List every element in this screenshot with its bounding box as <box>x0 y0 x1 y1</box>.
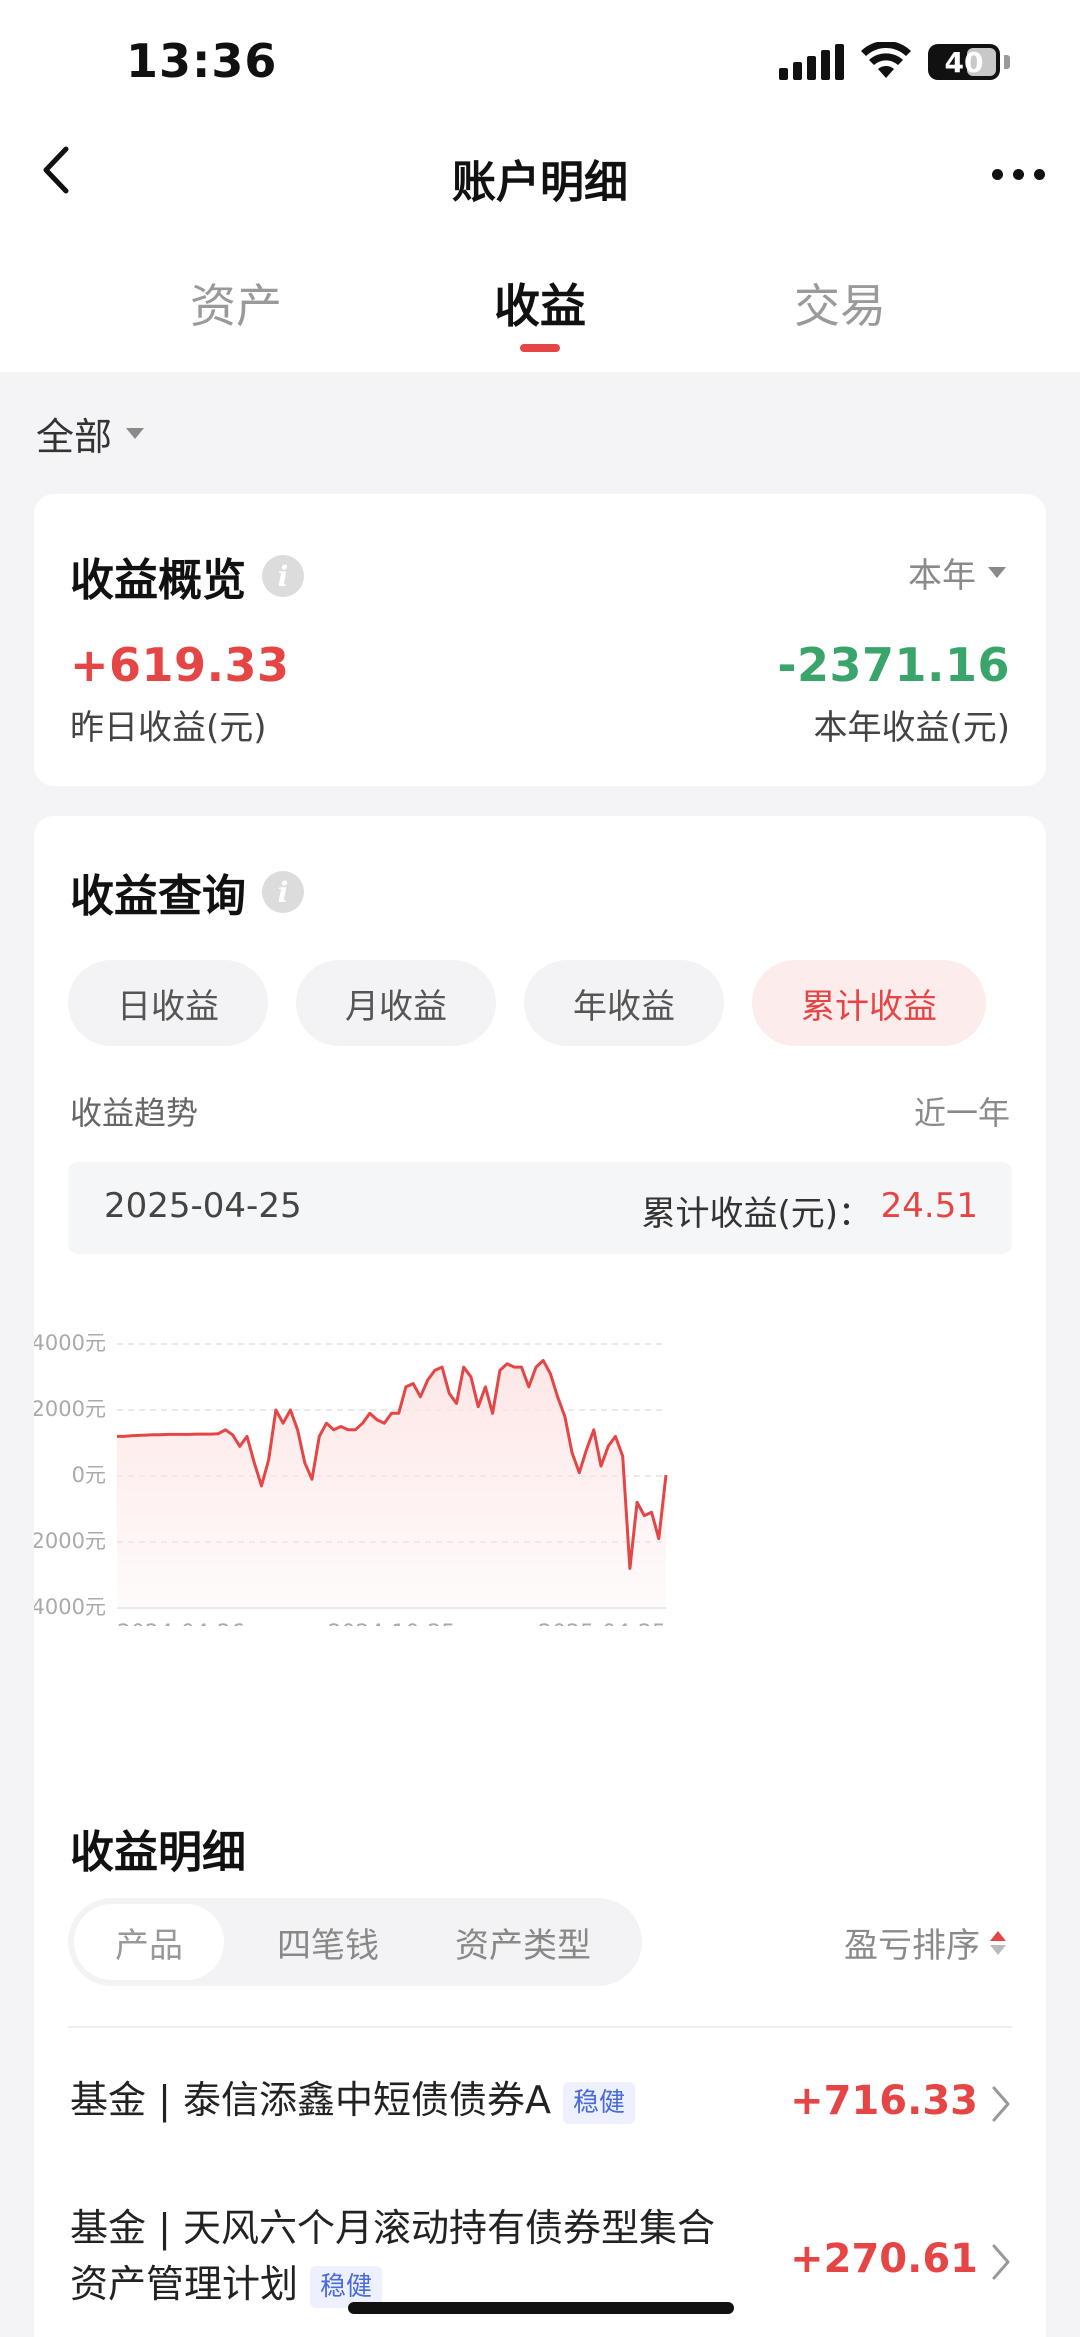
y-tick-label: -2000元 <box>34 1529 106 1553</box>
caret-down-icon <box>126 428 145 439</box>
earnings-query-card: 收益查询 i 日收益 月收益 年收益 累计收益 收益趋势 近一年 2025-04… <box>34 816 1046 2337</box>
chevron-right-icon <box>992 2086 1010 2122</box>
tooltip-value: 24.51 <box>880 1186 978 1226</box>
range-selector[interactable]: 近一年 <box>914 1088 1010 1134</box>
account-filter-dropdown[interactable]: 全部 <box>36 406 145 461</box>
pill-monthly[interactable]: 月收益 <box>296 960 496 1046</box>
status-time: 13:36 <box>126 34 278 88</box>
caret-down-icon <box>988 567 1006 578</box>
product-name-line2: 资产管理计划 <box>70 2262 299 2306</box>
pill-cumulative[interactable]: 累计收益 <box>752 960 986 1046</box>
sort-label: 盈亏排序 <box>844 1926 980 1966</box>
product-name-text: 基金 | 泰信添鑫中短债债券A <box>70 2078 551 2122</box>
sort-by-pnl-button[interactable]: 盈亏排序 <box>844 1918 1006 1967</box>
risk-tag: 稳健 <box>562 2081 635 2124</box>
query-title: 收益查询 i <box>70 860 304 924</box>
more-dot-icon <box>991 168 1003 180</box>
earnings-overview-card: 收益概览 i 本年 +619.33 昨日收益(元) -2371.16 本年收益(… <box>34 494 1046 786</box>
series-area <box>117 1360 666 1608</box>
year-earnings-label: 本年收益(元) <box>813 708 1010 748</box>
divider <box>68 2026 1012 2028</box>
home-indicator <box>348 2302 734 2314</box>
year-earnings-value: -2371.16 <box>777 638 1010 692</box>
tab-bar: 资产 收益 交易 <box>0 270 1080 360</box>
y-tick-label: 2000元 <box>34 1397 106 1421</box>
overview-title: 收益概览 i <box>70 544 304 608</box>
y-tick-label: 4000元 <box>34 1331 106 1355</box>
sort-arrows-icon <box>990 1930 1006 1955</box>
tab-earnings[interactable]: 收益 <box>420 270 660 336</box>
y-tick-label: -4000元 <box>34 1595 106 1619</box>
yesterday-earnings-value: +619.33 <box>70 638 290 692</box>
detail-segment-control: 产品 四笔钱 资产类型 <box>68 1898 642 1986</box>
chart-tooltip: 2025-04-25 累计收益(元)： 24.51 <box>68 1162 1012 1254</box>
battery-level: 40 <box>944 45 984 79</box>
query-title-text: 收益查询 <box>70 871 246 922</box>
detail-title: 收益明细 <box>70 1827 246 1878</box>
page-title: 账户明细 <box>452 157 628 208</box>
wifi-icon <box>861 42 911 78</box>
product-pnl: +270.61 <box>790 2236 978 2282</box>
pill-daily[interactable]: 日收益 <box>68 960 268 1046</box>
period-label: 本年 <box>908 556 976 596</box>
battery-tip <box>1004 55 1010 69</box>
pill-yearly[interactable]: 年收益 <box>524 960 724 1046</box>
status-icons: 40 <box>779 38 1010 86</box>
trend-label: 收益趋势 <box>70 1094 199 1132</box>
more-dot-icon <box>1012 168 1024 180</box>
product-pnl: +716.33 <box>790 2078 978 2124</box>
cellular-signal-icon <box>779 44 844 80</box>
tooltip-label: 累计收益(元)： <box>641 1194 872 1234</box>
tooltip-date: 2025-04-25 <box>104 1186 302 1226</box>
y-tick-label: 0元 <box>72 1463 106 1487</box>
cumulative-earnings-chart[interactable]: 4000元 2000元 0元 -2000元 -4000元 2024-04-26 2024-1… <box>34 1286 1046 1626</box>
info-icon[interactable]: i <box>262 871 304 913</box>
chart-svg: 4000元 2000元 0元 -2000元 -4000元 2024-04-26 2024-1… <box>34 1331 668 1626</box>
more-dot-icon <box>1033 168 1045 180</box>
overview-title-text: 收益概览 <box>70 555 246 606</box>
filter-label: 全部 <box>36 415 113 459</box>
battery-icon: 40 <box>928 44 1000 80</box>
period-dropdown[interactable]: 本年 <box>908 548 1006 597</box>
segment-four-pots[interactable]: 四笔钱 <box>248 1904 408 1980</box>
earnings-type-pills: 日收益 月收益 年收益 累计收益 <box>68 960 986 1046</box>
tab-active-indicator <box>520 344 560 352</box>
tab-trades[interactable]: 交易 <box>720 270 960 336</box>
x-tick-label: 2025-04-25 <box>538 1621 666 1626</box>
chevron-right-icon <box>992 2244 1010 2280</box>
segment-asset-type[interactable]: 资产类型 <box>428 1904 618 1980</box>
top-bar: 13:36 40 账户明细 资产 收益 交易 <box>0 0 1080 372</box>
more-button[interactable] <box>982 150 1054 198</box>
x-tick-label: 2024-04-26 <box>117 1621 245 1626</box>
tab-assets[interactable]: 资产 <box>116 270 356 336</box>
yesterday-earnings-label: 昨日收益(元) <box>70 708 267 748</box>
list-item[interactable]: 基金 | 泰信添鑫中短债债券A 稳健 +716.33 <box>70 2072 1014 2162</box>
info-icon[interactable]: i <box>262 555 304 597</box>
segment-product[interactable]: 产品 <box>74 1904 224 1980</box>
x-tick-label: 2024-10-25 <box>328 1621 456 1626</box>
